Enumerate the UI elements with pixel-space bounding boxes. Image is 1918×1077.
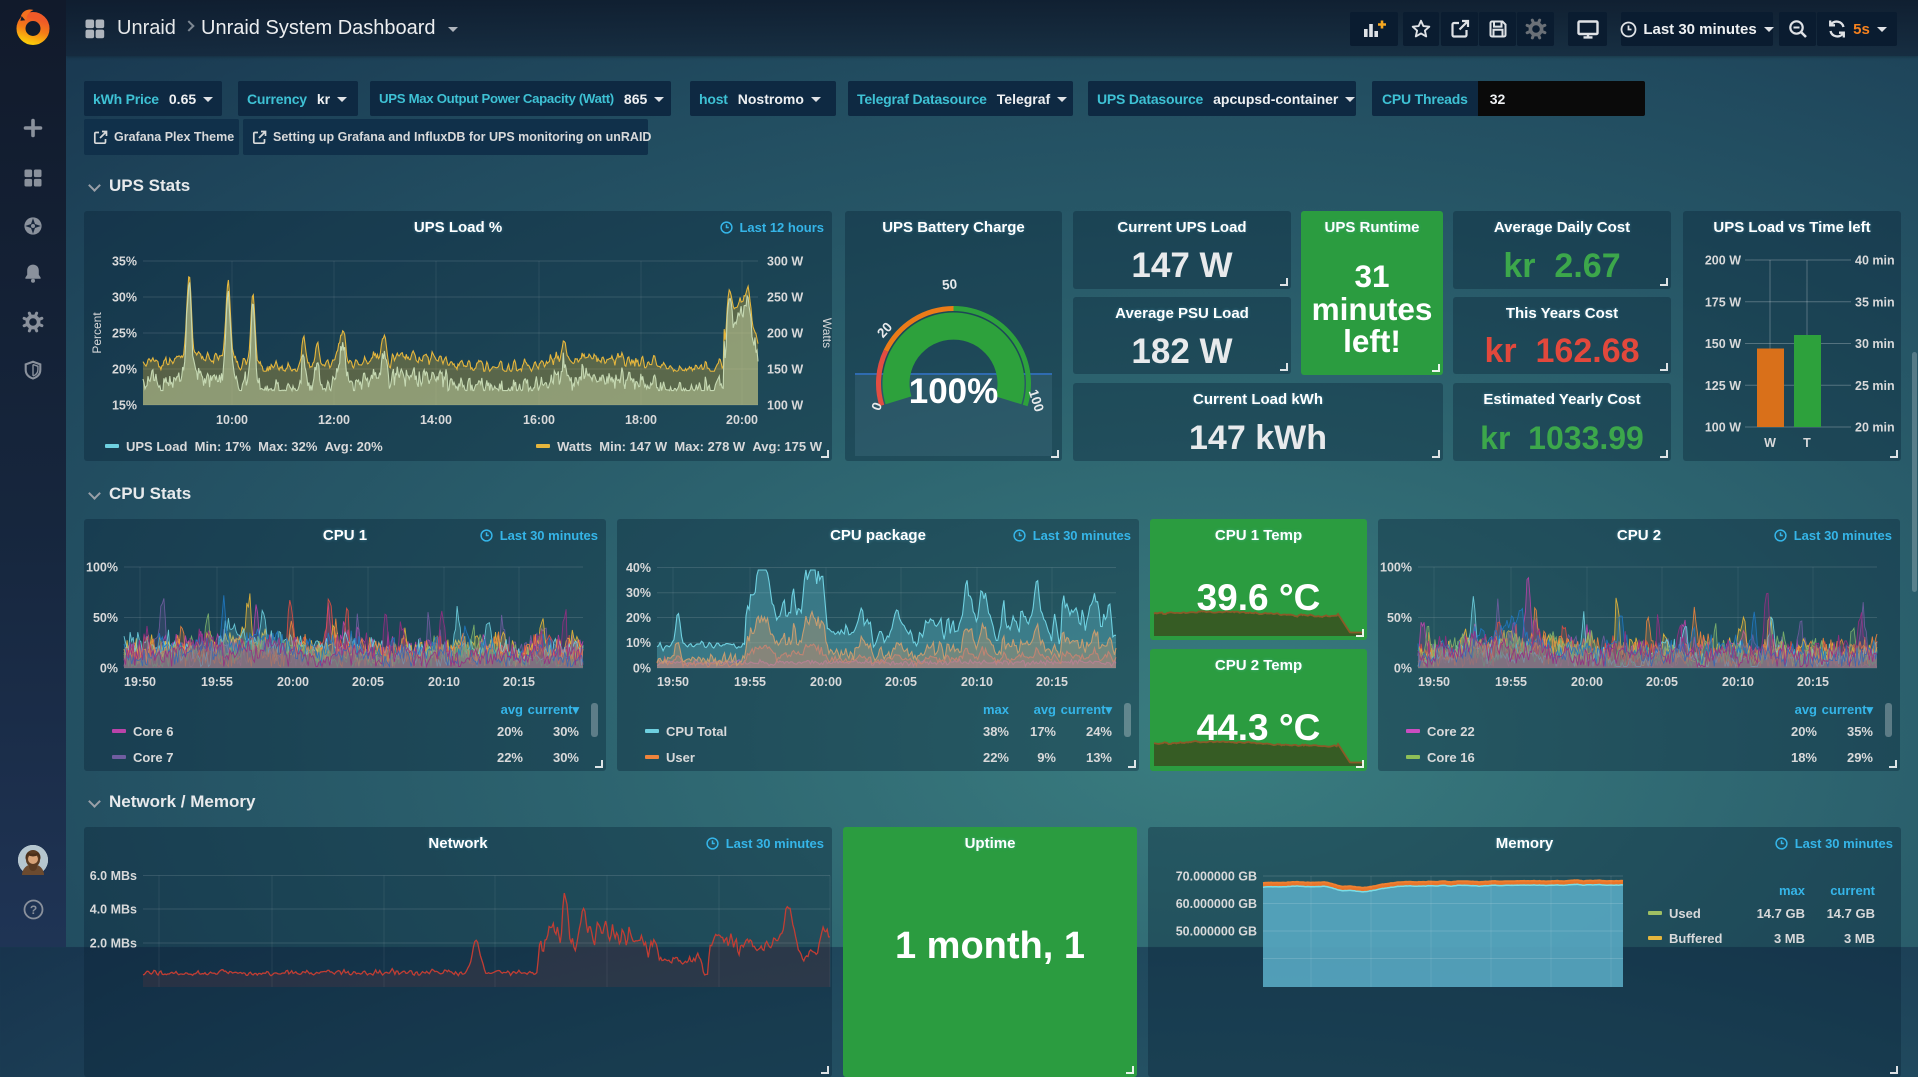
svg-text:100 W: 100 W: [1705, 421, 1741, 435]
svg-text:25%: 25%: [112, 327, 137, 341]
svg-text:175 W: 175 W: [1705, 295, 1741, 309]
svg-text:300 W: 300 W: [767, 255, 803, 269]
svg-text:16:00: 16:00: [523, 413, 555, 427]
svg-text:6.0 MBs: 6.0 MBs: [90, 869, 137, 883]
svg-text:T: T: [1803, 436, 1811, 450]
svg-text:19:50: 19:50: [124, 675, 156, 689]
svg-text:W: W: [1764, 436, 1776, 450]
svg-text:150 W: 150 W: [1705, 337, 1741, 351]
svg-text:25 min: 25 min: [1855, 379, 1895, 393]
svg-text:20:15: 20:15: [1036, 675, 1068, 689]
svg-text:35 min: 35 min: [1855, 295, 1895, 309]
svg-text:100 W: 100 W: [767, 399, 803, 413]
svg-text:20 min: 20 min: [1855, 421, 1895, 435]
svg-text:0%: 0%: [1394, 662, 1412, 676]
svg-text:40 min: 40 min: [1855, 254, 1895, 268]
svg-text:2.0 MBs: 2.0 MBs: [90, 937, 137, 951]
svg-text:100%: 100%: [86, 561, 118, 575]
svg-text:10%: 10%: [626, 636, 651, 650]
svg-text:40%: 40%: [626, 561, 651, 575]
svg-text:30%: 30%: [626, 586, 651, 600]
svg-text:20:00: 20:00: [277, 675, 309, 689]
svg-text:100%: 100%: [1380, 561, 1412, 575]
svg-text:19:50: 19:50: [1418, 675, 1450, 689]
svg-text:19:50: 19:50: [657, 675, 689, 689]
svg-text:200 W: 200 W: [767, 327, 803, 341]
svg-text:250 W: 250 W: [767, 291, 803, 305]
svg-text:20:05: 20:05: [885, 675, 917, 689]
svg-text:20:00: 20:00: [1571, 675, 1603, 689]
svg-text:0%: 0%: [100, 662, 118, 676]
svg-text:15%: 15%: [112, 399, 137, 413]
svg-text:150 W: 150 W: [767, 363, 803, 377]
svg-text:10:00: 10:00: [216, 413, 248, 427]
svg-text:20:15: 20:15: [1797, 675, 1829, 689]
svg-text:19:55: 19:55: [734, 675, 766, 689]
svg-text:18:00: 18:00: [625, 413, 657, 427]
svg-text:70.000000 GB: 70.000000 GB: [1176, 870, 1257, 884]
svg-text:Watts: Watts: [820, 318, 832, 348]
svg-text:14:00: 14:00: [420, 413, 452, 427]
svg-text:0%: 0%: [633, 662, 651, 676]
svg-text:200 W: 200 W: [1705, 254, 1741, 268]
svg-text:19:55: 19:55: [201, 675, 233, 689]
svg-text:50.000000 GB: 50.000000 GB: [1176, 925, 1257, 939]
svg-text:20%: 20%: [112, 363, 137, 377]
svg-text:125 W: 125 W: [1705, 379, 1741, 393]
svg-text:20:05: 20:05: [352, 675, 384, 689]
svg-text:30%: 30%: [112, 291, 137, 305]
svg-text:50%: 50%: [1387, 611, 1412, 625]
svg-text:30 min: 30 min: [1855, 337, 1895, 351]
svg-text:20:10: 20:10: [1722, 675, 1754, 689]
svg-text:20:00: 20:00: [810, 675, 842, 689]
svg-text:Percent: Percent: [90, 312, 104, 354]
svg-text:12:00: 12:00: [318, 413, 350, 427]
svg-text:19:55: 19:55: [1495, 675, 1527, 689]
svg-text:20:00: 20:00: [726, 413, 758, 427]
svg-text:4.0 MBs: 4.0 MBs: [90, 903, 137, 917]
svg-text:60.000000 GB: 60.000000 GB: [1176, 897, 1257, 911]
svg-text:20:10: 20:10: [961, 675, 993, 689]
svg-text:35%: 35%: [112, 255, 137, 269]
svg-text:50%: 50%: [93, 611, 118, 625]
svg-text:20:15: 20:15: [503, 675, 535, 689]
svg-text:20:05: 20:05: [1646, 675, 1678, 689]
svg-text:50: 50: [941, 276, 957, 292]
svg-text:?: ?: [30, 903, 37, 917]
svg-text:20:10: 20:10: [428, 675, 460, 689]
svg-text:20%: 20%: [626, 611, 651, 625]
